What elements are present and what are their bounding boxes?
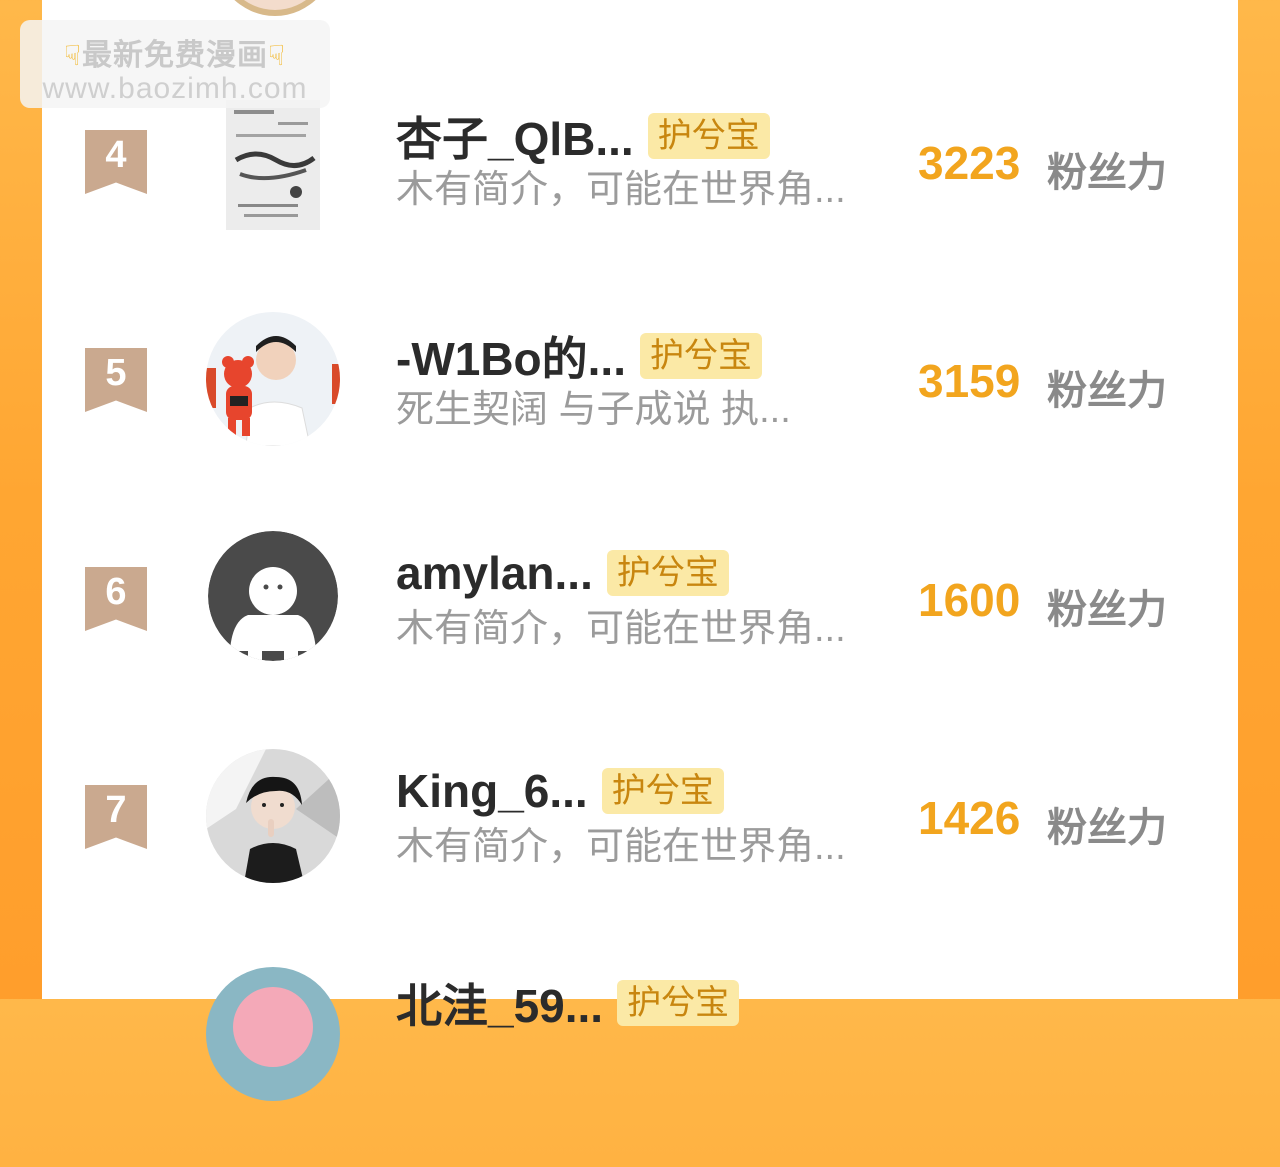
user-bio: 木有简介，可能在世界角... bbox=[396, 169, 846, 211]
ranking-row[interactable]: 5 -W1Bo的... 护兮宝 死生契阔 与子成说 执... 3159 粉丝力 bbox=[0, 312, 1280, 512]
rank-ribbon: 7 bbox=[85, 785, 147, 849]
pointing-down-hand-icon: ☟ bbox=[268, 40, 287, 71]
user-bio: 死生契阔 与子成说 执... bbox=[396, 389, 791, 431]
watermark-title-line: ☟最新免费漫画☟ bbox=[20, 30, 330, 74]
user-name-line: amylan... 护兮宝 bbox=[396, 545, 729, 601]
default-person-avatar[interactable] bbox=[208, 531, 338, 661]
ranking-row[interactable]: 6 amylan... 护兮宝 木有简介，可能在世界角... 1600 粉丝力 bbox=[0, 531, 1280, 731]
user-name[interactable]: -W1Bo的... bbox=[396, 323, 626, 389]
fan-power-label: 粉丝力 bbox=[1047, 806, 1167, 850]
anime-boy-avatar[interactable] bbox=[206, 749, 340, 883]
guardian-badge: 护兮宝 bbox=[617, 980, 740, 1026]
guardian-badge: 护兮宝 bbox=[639, 333, 762, 379]
user-bio: 木有简介，可能在世界角... bbox=[396, 826, 846, 868]
fan-power-count: 3159 bbox=[918, 355, 1021, 407]
pink-hair-anime-avatar[interactable] bbox=[206, 967, 340, 1101]
rank-ribbon: 4 bbox=[85, 130, 147, 194]
user-name[interactable]: amylan... bbox=[396, 546, 593, 600]
user-bio: 木有简介，可能在世界角... bbox=[396, 608, 846, 650]
ranking-row[interactable]: 7 King_6... 护兮宝 木有简介，可能在世界角... 1426 粉丝力 bbox=[0, 749, 1280, 949]
user-name[interactable]: King_6... bbox=[396, 764, 588, 818]
guardian-badge: 护兮宝 bbox=[601, 768, 724, 814]
site-watermark: ☟最新免费漫画☟ www.baozimh.com bbox=[20, 20, 330, 108]
rank-ribbon: 5 bbox=[85, 348, 147, 412]
user-name[interactable]: 杏子_QlB... bbox=[396, 103, 634, 169]
guardian-badge: 护兮宝 bbox=[606, 550, 729, 596]
ranking-row[interactable]: 4 杏子_QlB... 护兮宝 木有简介，可能在世界角... 3223 粉丝力 bbox=[0, 100, 1280, 300]
man-with-bear-plush-avatar[interactable] bbox=[206, 312, 340, 446]
pointing-down-hand-icon: ☟ bbox=[63, 40, 82, 71]
fan-power-label: 粉丝力 bbox=[1047, 369, 1167, 413]
watermark-title: 最新免费漫画 bbox=[82, 39, 268, 72]
watermark-url: www.baozimh.com bbox=[42, 72, 308, 105]
rank-ribbon: 6 bbox=[85, 567, 147, 631]
guardian-badge: 护兮宝 bbox=[647, 113, 770, 159]
user-name[interactable]: 北洼_59... bbox=[396, 970, 603, 1036]
user-name-line: -W1Bo的... 护兮宝 bbox=[396, 328, 762, 385]
fan-power-count: 3223 bbox=[918, 137, 1021, 189]
user-name-line: King_6... 护兮宝 bbox=[396, 763, 724, 819]
fan-power-count: 1600 bbox=[918, 574, 1021, 626]
user-name-line: 北洼_59... 护兮宝 bbox=[396, 975, 740, 1032]
fan-power-count: 1426 bbox=[918, 792, 1021, 844]
fan-power-label: 粉丝力 bbox=[1047, 588, 1167, 632]
ranking-row[interactable]: 北洼_59... 护兮宝 bbox=[0, 967, 1280, 1167]
user-name-line: 杏子_QlB... 护兮宝 bbox=[396, 108, 770, 165]
fan-power-label: 粉丝力 bbox=[1047, 151, 1167, 195]
calligraphy-poster-avatar[interactable] bbox=[226, 100, 320, 230]
